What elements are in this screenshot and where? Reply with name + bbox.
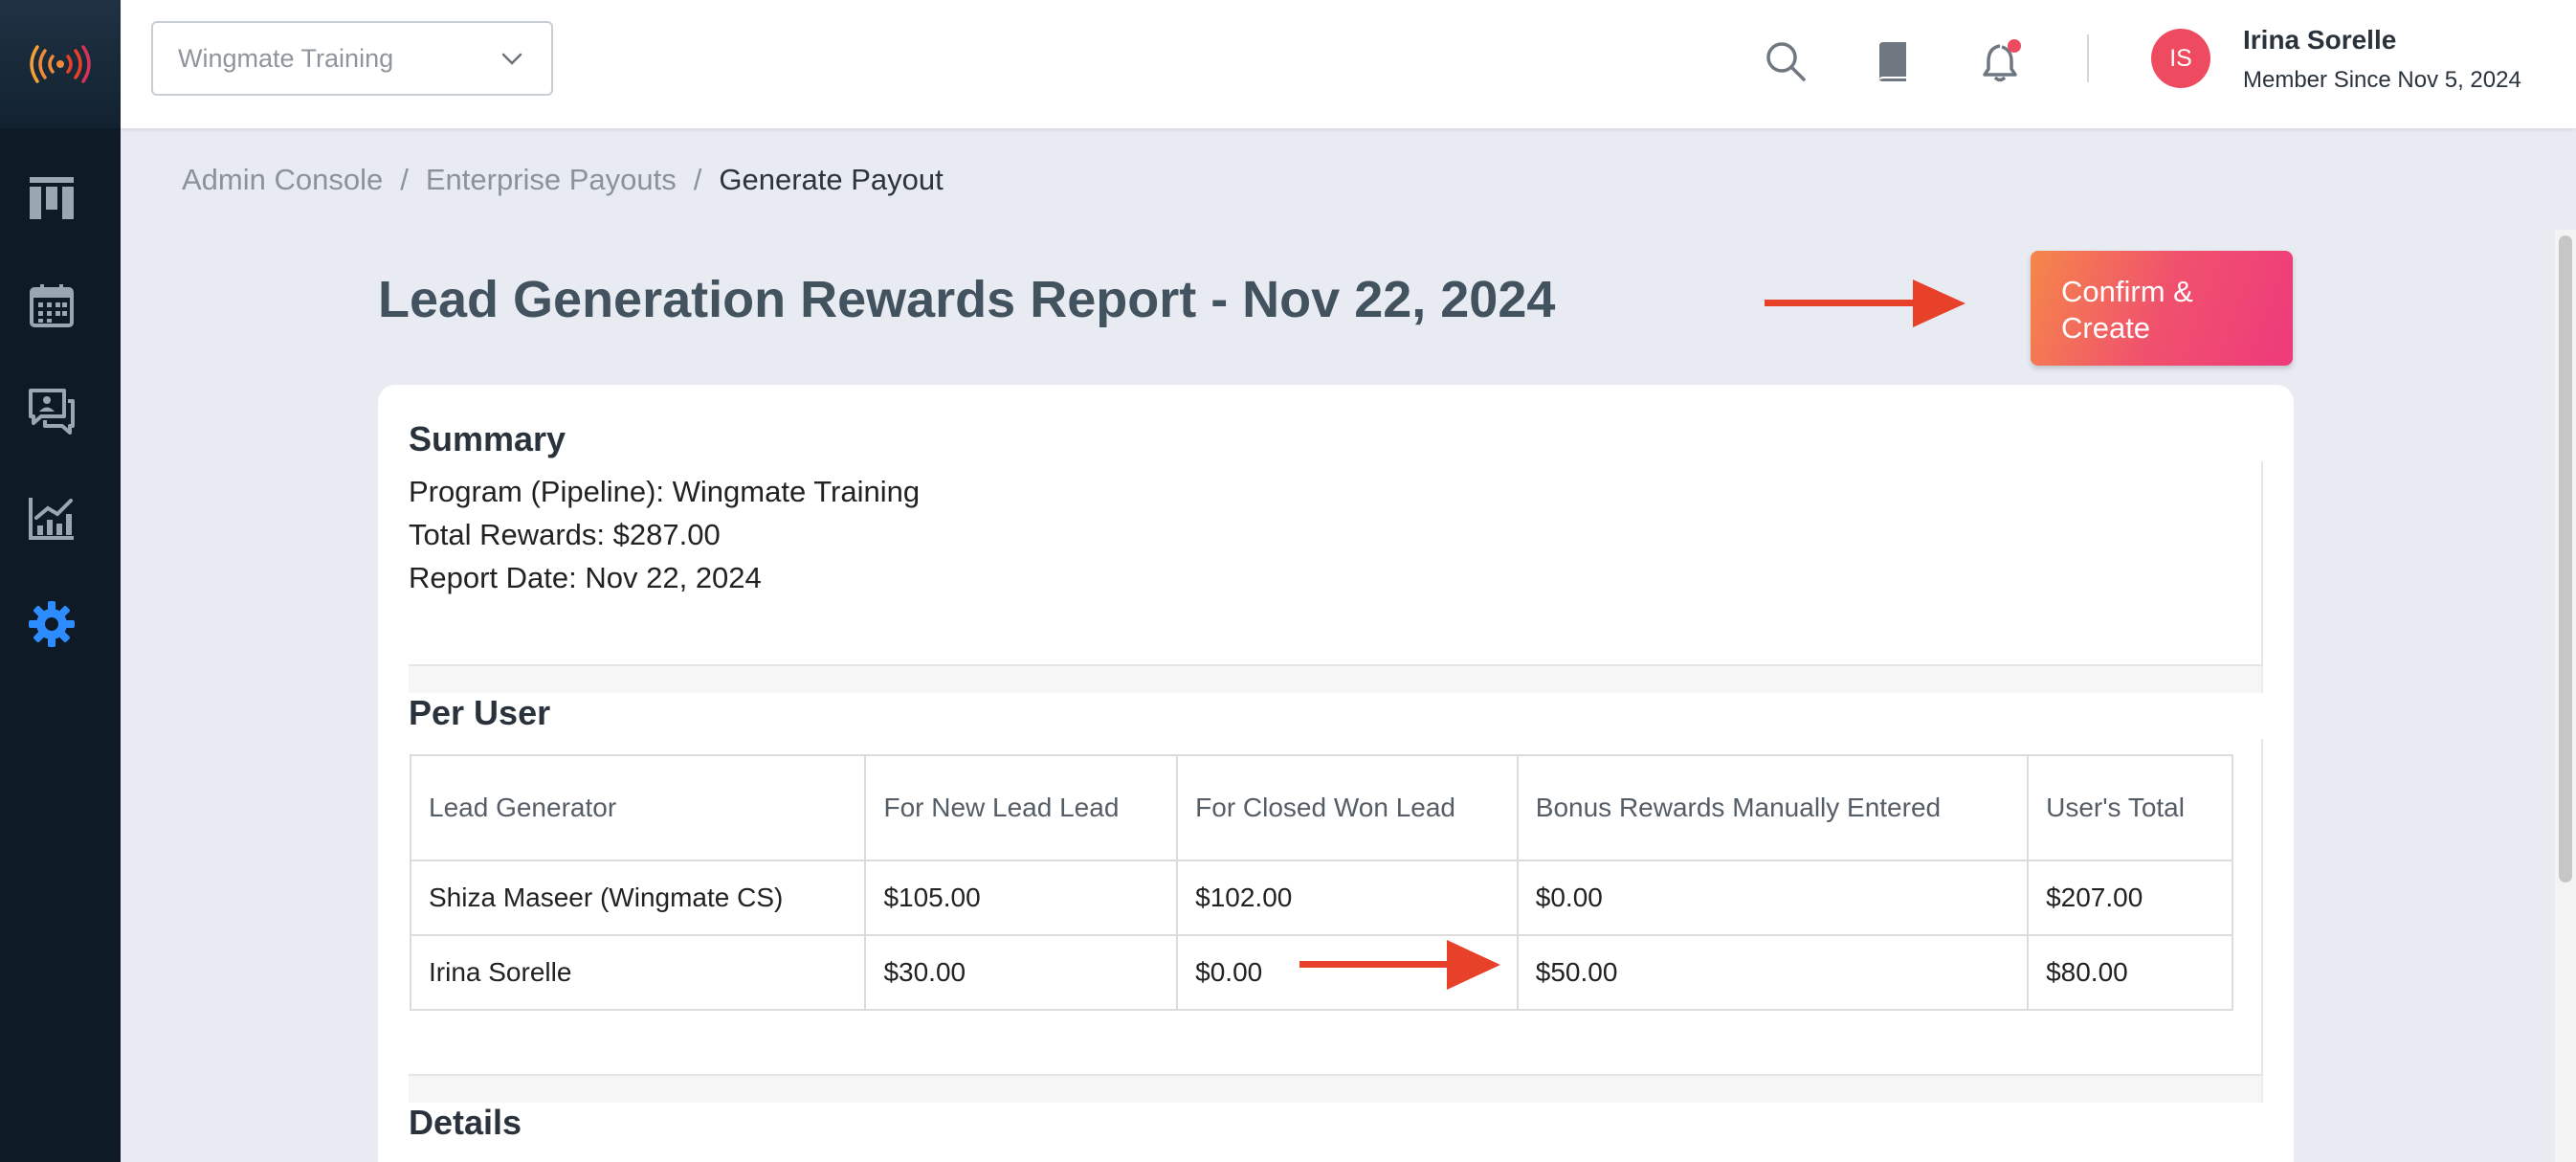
breadcrumb-current: Generate Payout — [719, 163, 944, 196]
confirm-create-button[interactable]: Confirm & Create — [2031, 251, 2293, 366]
table-header-row: Lead Generator For New Lead Lead For Clo… — [409, 754, 2233, 861]
chat-icon — [29, 389, 75, 435]
avatar[interactable]: IS — [2151, 29, 2210, 88]
cell-new-lead: $105.00 — [864, 860, 1179, 936]
annotation-arrow-icon — [1299, 940, 1500, 990]
section-gap — [409, 1076, 2263, 1103]
user-name[interactable]: Irina Sorelle — [2243, 25, 2396, 56]
col-new-lead: For New Lead Lead — [864, 754, 1179, 861]
col-bonus: Bonus Rewards Manually Entered — [1516, 754, 2030, 861]
member-since: Member Since Nov 5, 2024 — [2243, 67, 2521, 93]
col-lead-generator: Lead Generator — [409, 754, 867, 861]
chevron-down-icon — [501, 53, 522, 65]
sidebar — [0, 0, 121, 1162]
broadcast-logo-icon — [30, 45, 91, 83]
cell-lead-generator: Irina Sorelle — [409, 934, 867, 1011]
topbar: Wingmate Training IS Irina Sorelle Membe… — [121, 0, 2576, 128]
nav-analytics[interactable] — [26, 492, 78, 544]
search-button[interactable] — [1759, 34, 1812, 88]
nav-settings[interactable] — [26, 598, 78, 650]
summary-title: Summary — [409, 419, 566, 458]
per-user-title: Per User — [409, 693, 551, 732]
notifications-button[interactable] — [1975, 34, 2029, 88]
details-title: Details — [409, 1103, 522, 1142]
section-gap — [409, 666, 2263, 693]
nav-calendar[interactable] — [26, 279, 78, 331]
topbar-divider — [2087, 34, 2089, 82]
cell-bonus: $50.00 — [1516, 934, 2030, 1011]
nav-chat[interactable] — [26, 386, 78, 437]
summary-box: Program (Pipeline): Wingmate Training To… — [409, 461, 2263, 666]
guide-button[interactable] — [1866, 34, 1920, 88]
gear-icon — [29, 601, 75, 647]
app-logo[interactable] — [0, 0, 121, 128]
board-icon — [30, 177, 74, 219]
book-icon — [1879, 42, 1906, 81]
avatar-initials: IS — [2169, 44, 2192, 72]
report-card: Summary Program (Pipeline): Wingmate Tra… — [378, 385, 2294, 1162]
summary-program: Program (Pipeline): Wingmate Training — [409, 475, 921, 508]
breadcrumb-separator: / — [693, 163, 702, 196]
scrollbar-thumb[interactable] — [2559, 235, 2572, 883]
cell-new-lead: $30.00 — [864, 934, 1179, 1011]
page-title: Lead Generation Rewards Report - Nov 22,… — [378, 271, 1556, 328]
breadcrumb-enterprise-payouts[interactable]: Enterprise Payouts — [426, 163, 677, 197]
cell-user-total: $80.00 — [2027, 934, 2233, 1011]
summary-report-date: Report Date: Nov 22, 2024 — [409, 561, 762, 594]
breadcrumb-separator: / — [400, 163, 409, 196]
analytics-icon — [29, 498, 74, 540]
table-row: Shiza Maseer (Wingmate CS) $105.00 $102.… — [409, 860, 2233, 936]
breadcrumb: Admin Console / Enterprise Payouts / Gen… — [182, 163, 944, 197]
nav-board[interactable] — [26, 172, 78, 224]
annotation-arrow-icon — [1765, 279, 1965, 327]
cell-lead-generator: Shiza Maseer (Wingmate CS) — [409, 860, 867, 936]
calendar-icon — [30, 284, 74, 327]
bell-icon — [1983, 39, 2021, 82]
col-user-total: User's Total — [2027, 754, 2233, 861]
breadcrumb-admin-console[interactable]: Admin Console — [182, 163, 383, 197]
program-select-value: Wingmate Training — [178, 43, 394, 73]
col-closed-won: For Closed Won Lead — [1176, 754, 1519, 861]
summary-total-rewards: Total Rewards: $287.00 — [409, 518, 721, 551]
cell-user-total: $207.00 — [2027, 860, 2233, 936]
search-icon — [1766, 42, 1806, 81]
cell-bonus: $0.00 — [1516, 860, 2030, 936]
program-select[interactable]: Wingmate Training — [151, 21, 553, 96]
cell-closed-won: $102.00 — [1176, 860, 1519, 936]
